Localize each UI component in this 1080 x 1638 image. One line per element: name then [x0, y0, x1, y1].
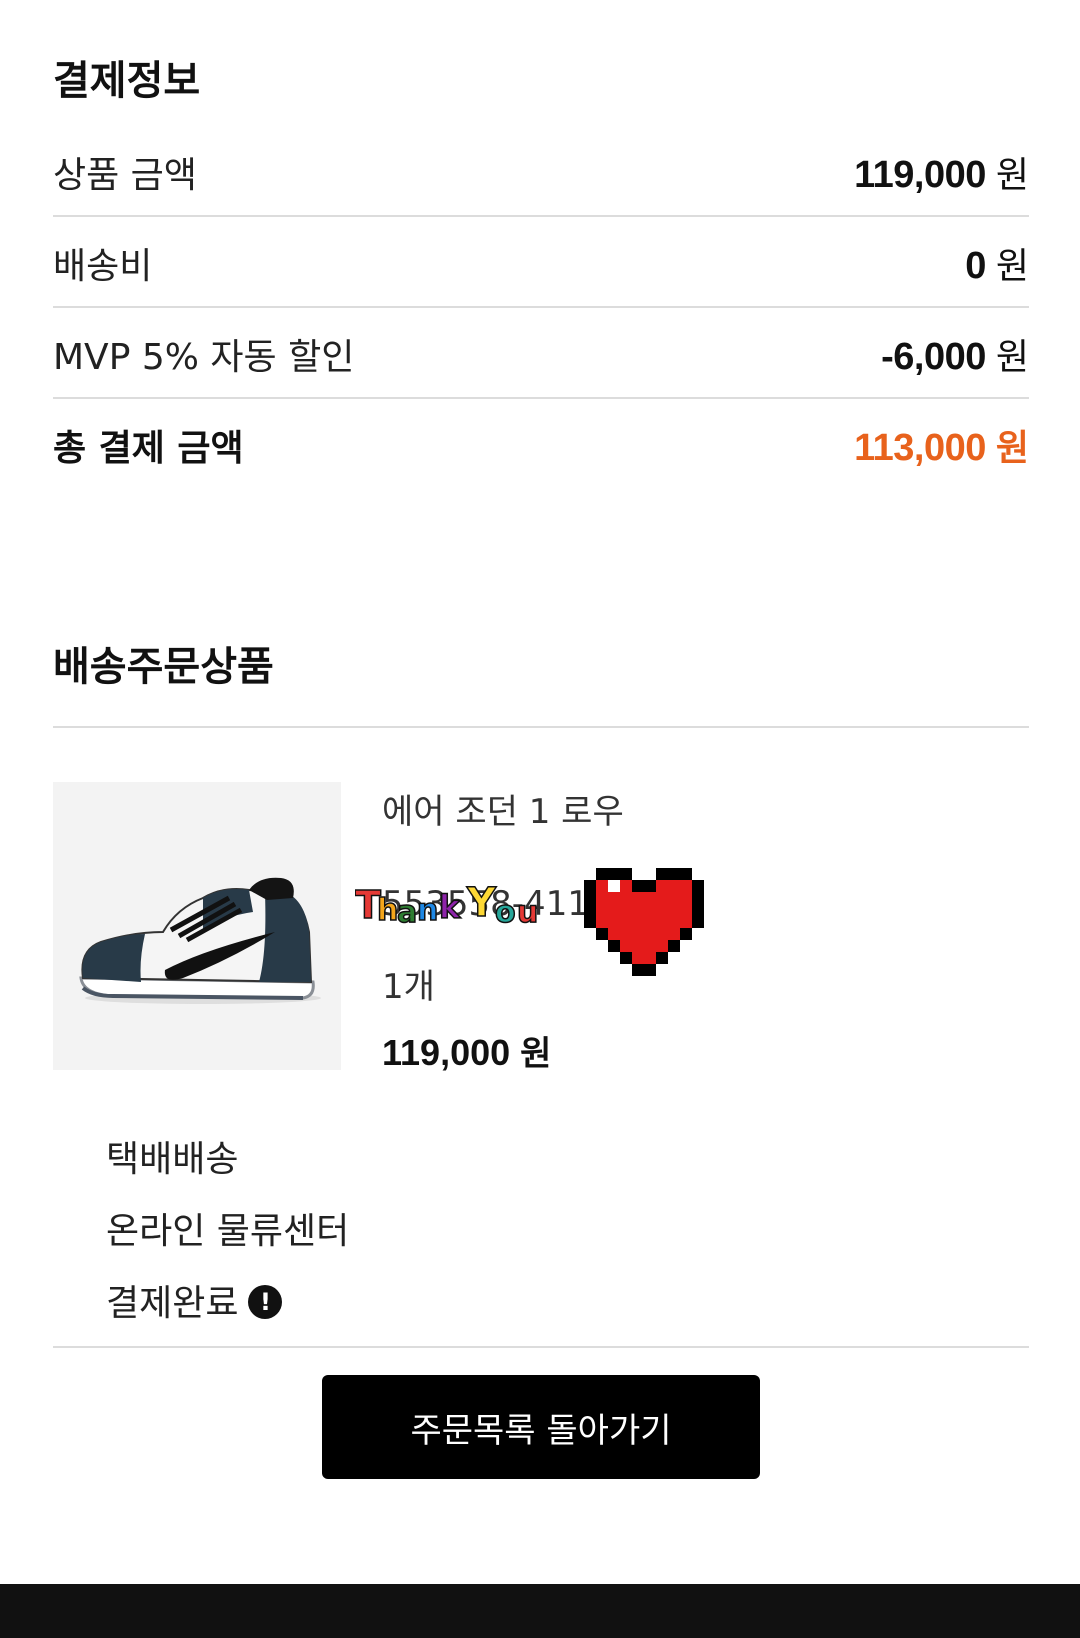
thank-you-sticker-art: T h a n k Y o u — [354, 879, 539, 931]
thank-you-letter-n: n — [417, 893, 438, 928]
thank-you-letter-u: u — [517, 895, 538, 930]
thank-you-letter-y: Y — [466, 880, 497, 926]
pixel-heart-icon — [584, 868, 704, 980]
product-amount-value: 119,000 원 — [854, 153, 1029, 196]
order-complete-page: 결제정보 상품 금액 119,000 원 배송비 0원 MVP 5% 자동 할인 … — [0, 0, 1080, 1638]
order-status: 결제완료! — [106, 1274, 283, 1326]
back-to-order-list-button[interactable]: 주문목록 돌아가기 — [322, 1375, 760, 1479]
order-status-label: 결제완료 — [106, 1283, 239, 1324]
product-image[interactable] — [53, 782, 341, 1070]
warehouse-name: 온라인 물류센터 — [106, 1211, 350, 1252]
pixel-heart-art — [584, 868, 704, 976]
delivery-method: 택배배송 — [106, 1139, 239, 1180]
product-amount-label: 상품 금액 — [53, 154, 197, 196]
payment-info-title: 결제정보 — [53, 58, 201, 104]
mvp-discount-row: MVP 5% 자동 할인 -6,000 원 — [53, 308, 1029, 399]
exclamation-circle-icon[interactable]: ! — [248, 1285, 283, 1319]
divider — [53, 726, 1029, 728]
thank-you-letter-k: k — [439, 888, 461, 926]
product-price: 119,000 원 — [382, 1032, 552, 1074]
product-amount-row: 상품 금액 119,000 원 — [53, 126, 1029, 217]
thank-you-letter-h: h — [377, 893, 398, 928]
shipping-fee-row: 배송비 0원 — [53, 217, 1029, 308]
thank-you-sticker: T h a n k Y o u — [354, 872, 565, 940]
thank-you-letter-a: a — [397, 895, 417, 930]
shipping-fee-value: 0원 — [965, 244, 1029, 287]
product-quantity: 1개 — [382, 967, 435, 1007]
thank-you-letter-o: o — [495, 895, 516, 930]
mvp-discount-value: -6,000 원 — [881, 335, 1029, 378]
shipping-fee-label: 배송비 — [53, 245, 153, 287]
order-products-title: 배송주문상품 — [53, 644, 274, 690]
total-amount-row: 총 결제 금액 113,000 원 — [53, 399, 1029, 490]
footer-bar — [0, 1584, 1080, 1638]
sneaker-image — [79, 877, 321, 1004]
mvp-discount-label: MVP 5% 자동 할인 — [53, 336, 355, 378]
total-amount-label: 총 결제 금액 — [53, 427, 244, 469]
product-name[interactable]: 에어 조던 1 로우 — [382, 784, 624, 833]
divider — [53, 1346, 1029, 1348]
total-amount-value: 113,000 원 — [854, 426, 1029, 469]
